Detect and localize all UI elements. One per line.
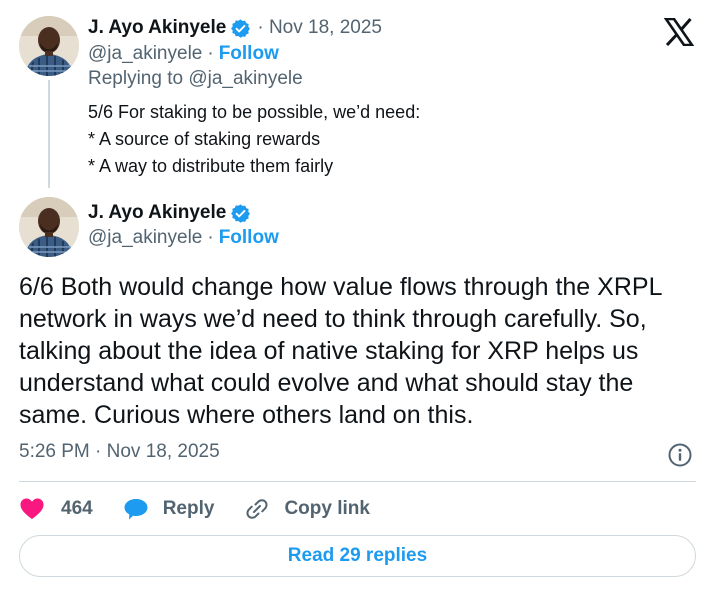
replying-to-label[interactable]: Replying to @ja_akinyele — [88, 68, 303, 90]
separator-dot: · — [207, 43, 214, 64]
author-display-name[interactable]: J. Ayo Akinyele — [88, 202, 226, 224]
main-author-row: J. Ayo Akinyele — [88, 200, 251, 226]
divider — [19, 481, 696, 482]
parent-handle-row: @ja_akinyele · Follow — [88, 41, 279, 67]
tweet-text: 6/6 Both would change how value flows th… — [19, 273, 662, 429]
parent-text-line: * A source of staking rewards — [88, 129, 321, 149]
follow-link[interactable]: Follow — [219, 43, 279, 65]
main-handle-row: @ja_akinyele · Follow — [88, 225, 279, 251]
copy-link-label: Copy link — [284, 498, 370, 519]
copy-link-button[interactable]: Copy link — [244, 496, 370, 522]
like-button[interactable]: 464 — [19, 497, 93, 521]
heart-icon — [20, 498, 44, 519]
verified-badge-icon — [230, 203, 251, 224]
avatar[interactable] — [19, 16, 79, 76]
tweet-date[interactable]: · Nov 18, 2025 — [257, 17, 382, 39]
parent-text-line: 5/6 For staking to be possible, we’d nee… — [88, 102, 421, 122]
avatar[interactable] — [19, 197, 79, 257]
author-handle[interactable]: @ja_akinyele — [88, 227, 202, 249]
read-replies-button[interactable]: Read 29 replies — [19, 535, 696, 577]
info-icon[interactable] — [667, 442, 693, 468]
tweet-timestamp[interactable]: 5:26 PM · Nov 18, 2025 — [19, 441, 220, 463]
reply-label: Reply — [162, 498, 215, 519]
x-logo-icon[interactable] — [663, 17, 695, 47]
follow-link[interactable]: Follow — [219, 227, 279, 249]
like-count: 464 — [61, 498, 93, 519]
parent-tweet-text: 5/6 For staking to be possible, we’d nee… — [88, 99, 420, 180]
parent-author-row: J. Ayo Akinyele · Nov 18, 2025 — [88, 15, 382, 41]
embedded-tweet-card: J. Ayo Akinyele · Nov 18, 2025 @ja_akiny… — [0, 0, 716, 595]
author-display-name[interactable]: J. Ayo Akinyele — [88, 17, 226, 39]
read-replies-label: Read 29 replies — [287, 545, 428, 566]
author-handle[interactable]: @ja_akinyele — [88, 43, 202, 65]
verified-badge-icon — [230, 18, 251, 39]
action-bar: 464 Reply Copy link — [19, 490, 400, 528]
speech-bubble-icon — [124, 499, 148, 520]
reply-button[interactable]: Reply — [123, 497, 215, 521]
link-icon — [246, 499, 268, 519]
parent-text-line: * A way to distribute them fairly — [88, 156, 334, 176]
thread-connector-line — [48, 80, 50, 188]
separator-dot: · — [207, 227, 214, 248]
